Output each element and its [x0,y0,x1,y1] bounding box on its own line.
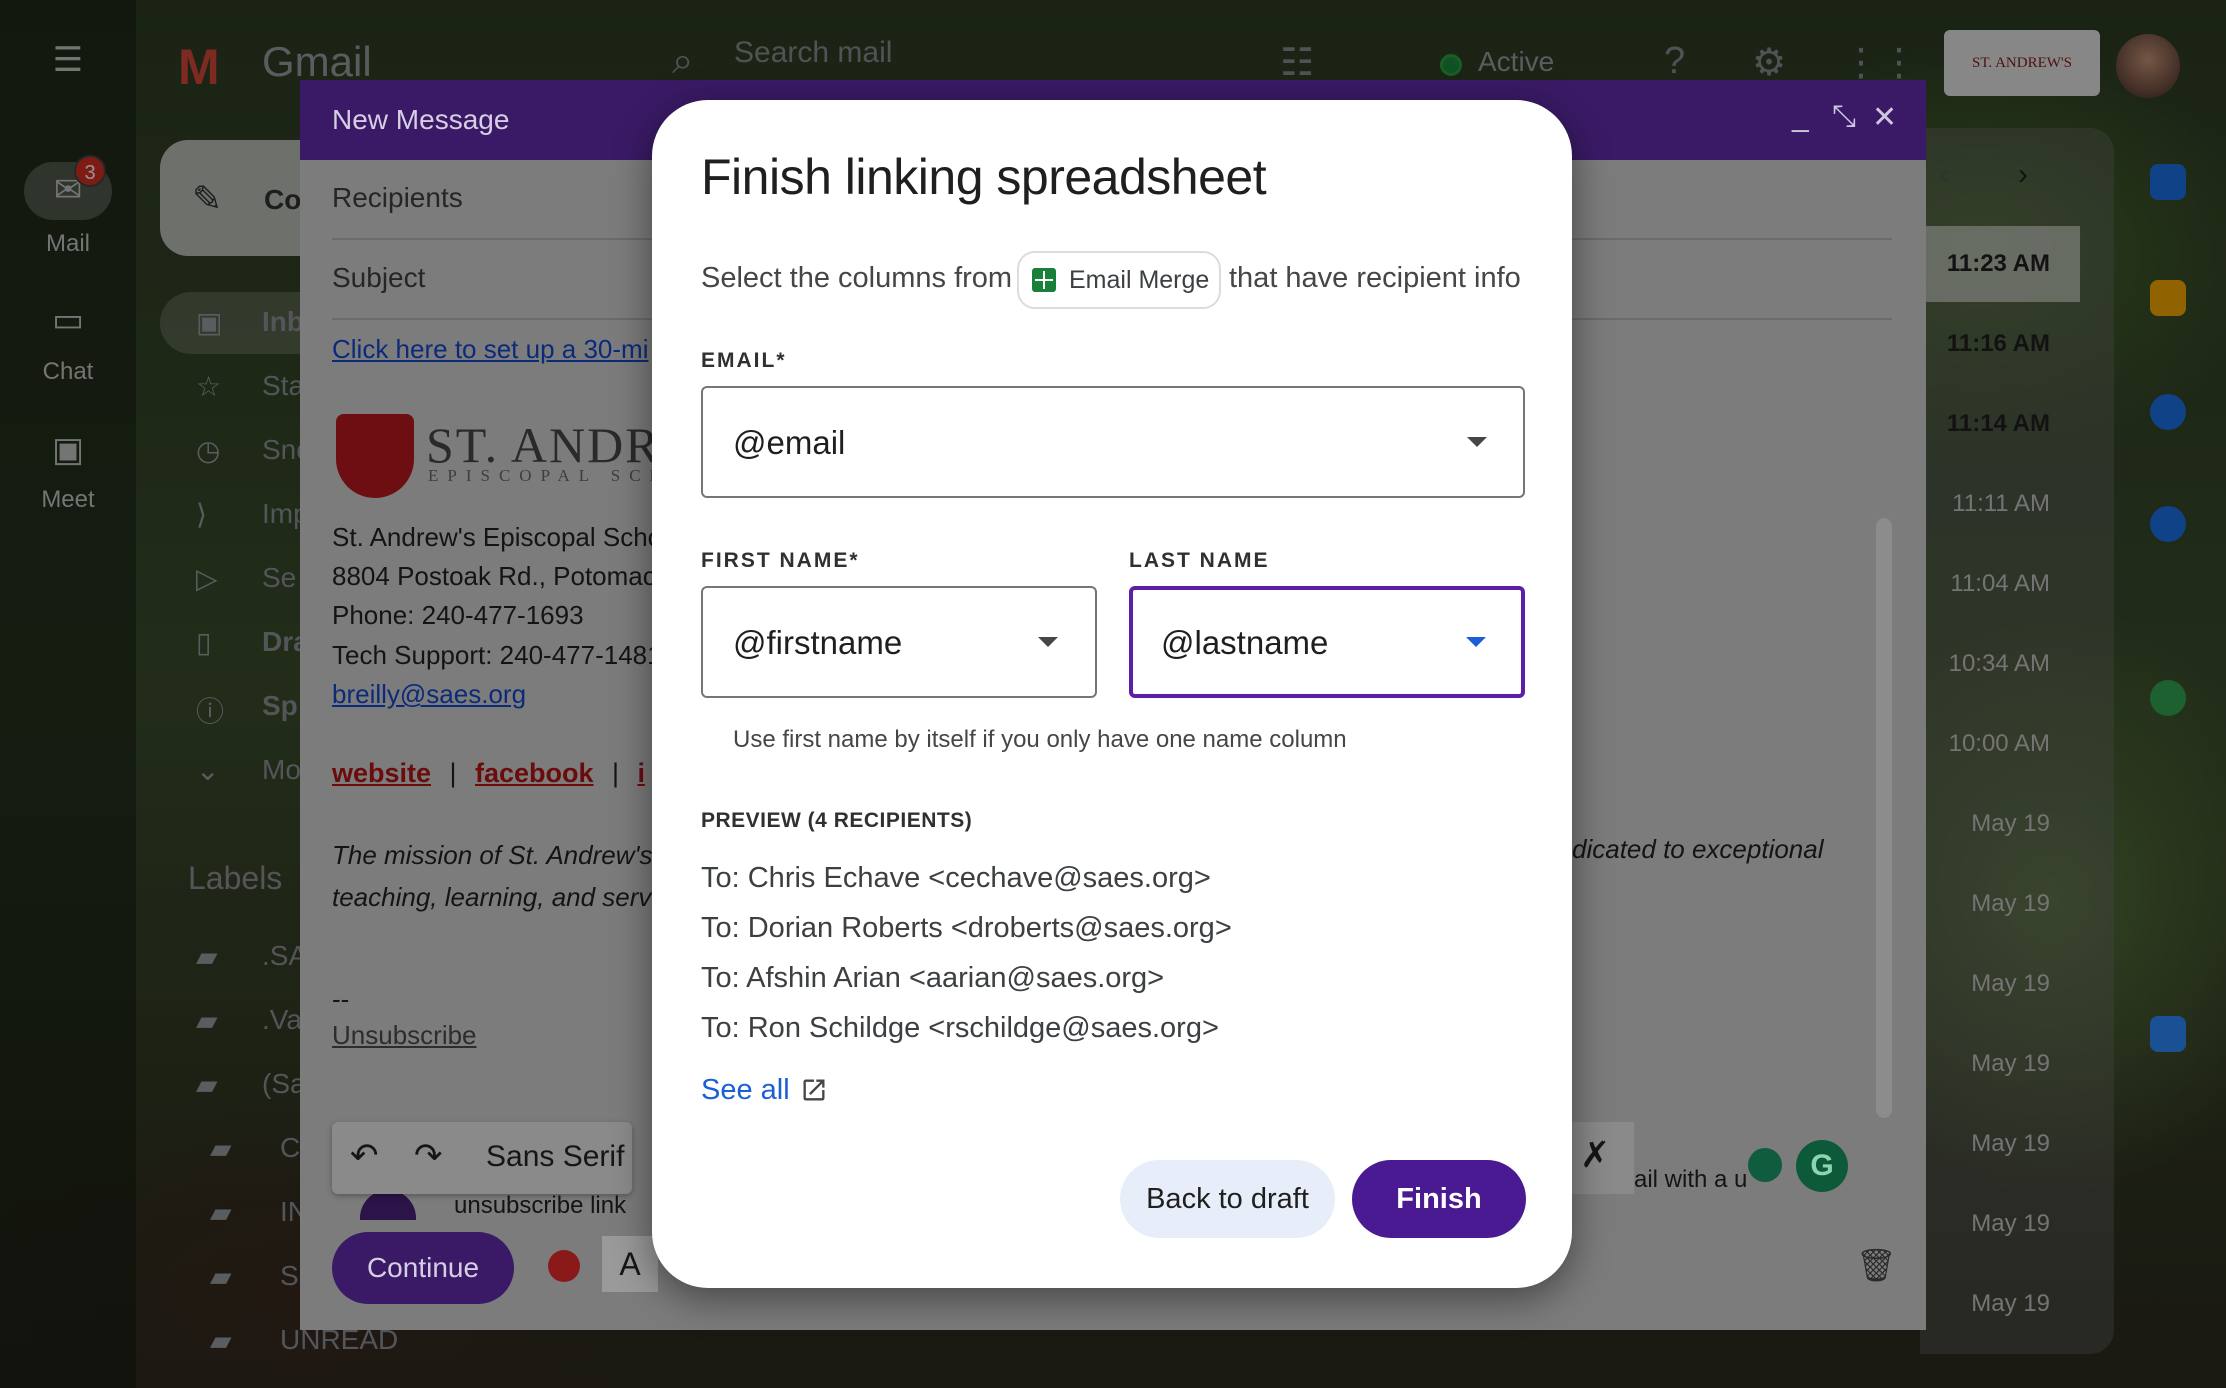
dialog-title: Finish linking spreadsheet [701,149,1267,205]
dropdown-arrow-icon [1038,637,1058,647]
clear-formatting-icon[interactable]: ✗ [1580,1134,1610,1176]
back-to-draft-button[interactable]: Back to draft [1120,1160,1335,1238]
open-in-new-icon[interactable] [800,1076,828,1104]
compose-title: New Message [332,104,510,135]
dropdown-arrow-icon [1466,637,1486,647]
email-link[interactable]: breilly@saes.org [332,679,526,710]
signature-line: Phone: 240-477-1693 [332,600,584,630]
preview-recipient: To: Chris Echave <cechave@saes.org> [701,862,1211,894]
continue-button[interactable]: Continue [332,1232,514,1304]
subject-field[interactable]: Subject [332,262,425,294]
redo-icon[interactable]: ↷ [414,1136,443,1176]
sheets-icon [1032,268,1056,292]
recipients-field[interactable]: Recipients [332,182,463,214]
dropdown-arrow-icon [1467,437,1487,447]
grammarly-icon[interactable]: G [1796,1140,1848,1192]
preview-heading: PREVIEW (4 RECIPIENTS) [701,809,973,832]
signature-line: 8804 Postoak Rd., Potomac [332,561,656,591]
unsubscribe-link[interactable]: Unsubscribe [332,1020,477,1051]
exit-fullscreen-icon[interactable]: ⤡ [1832,100,1856,134]
signature-line: Tech Support: 240-477-1481 [332,640,662,670]
trash-icon[interactable]: 🗑 [1856,1246,1897,1284]
bottom-text: ail with a u [1634,1166,1748,1193]
link-separator: | [611,758,619,788]
first-name-select-value: @firstname [733,624,903,661]
dialog-subtitle-end: that have recipient info [1229,262,1521,294]
setup-link[interactable]: Click here to set up a 30-mi [332,334,648,365]
signature-line: St. Andrew's Episcopal Scho [332,522,663,552]
school-shield-icon [336,414,414,498]
signature-dashes: -- [332,984,350,1014]
email-select-value: @email [733,424,846,461]
text-color-icon[interactable]: A [602,1236,658,1292]
minimize-icon[interactable]: _ [1792,100,1809,134]
last-name-field-label: LAST NAME [1129,549,1270,572]
spellcheck-icon[interactable] [1748,1148,1782,1182]
mission-text-right: dicated to exceptional [1572,834,1824,864]
dialog-subtitle-start: Select the columns from [701,262,1013,294]
email-field-label: EMAIL* [701,349,787,372]
spreadsheet-chip-label: Email Merge [1069,266,1210,294]
name-hint-text: Use first name by itself if you only hav… [733,726,1347,753]
finish-button[interactable]: Finish [1352,1160,1526,1238]
website-link[interactable]: website [332,758,431,788]
close-icon[interactable]: ✕ [1872,100,1897,135]
facebook-link[interactable]: facebook [475,758,594,788]
social-link[interactable]: i [637,758,645,788]
bottom-text: unsubscribe link [454,1192,627,1219]
last-name-select-value: @lastname [1161,624,1329,661]
preview-recipient: To: Afshin Arian <aarian@saes.org> [701,962,1165,994]
preview-recipient: To: Dorian Roberts <droberts@saes.org> [701,912,1232,944]
undo-icon[interactable]: ↶ [350,1136,379,1176]
see-all-link[interactable]: See all [701,1074,790,1107]
preview-recipient: To: Ron Schildge <rschildge@saes.org> [701,1012,1219,1044]
link-separator: | [449,758,457,788]
merge-icon[interactable] [548,1250,580,1282]
first-name-field-label: FIRST NAME* [701,549,860,572]
compose-scrollbar[interactable] [1876,518,1892,1118]
font-select[interactable]: Sans Serif [486,1140,624,1174]
